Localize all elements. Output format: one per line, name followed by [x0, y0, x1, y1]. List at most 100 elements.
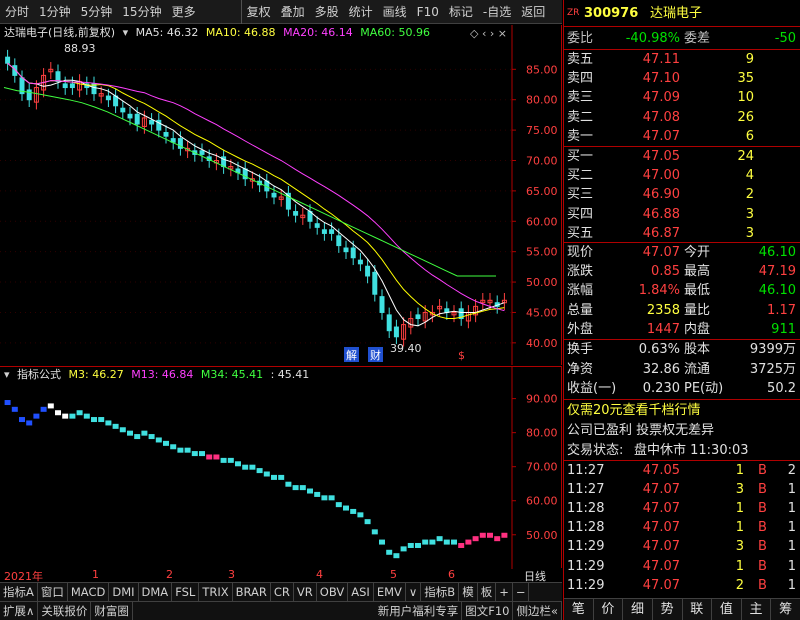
candle-body	[314, 223, 320, 228]
indicator-block	[285, 481, 292, 487]
quote-tab-2[interactable]: 细	[623, 599, 653, 620]
tb-5min[interactable]: 5分钟	[76, 0, 118, 24]
indicator-y-label: 50.00	[526, 529, 558, 542]
tab-macd[interactable]: MACD	[68, 582, 110, 602]
event-finance[interactable]: 财	[370, 348, 381, 362]
buy-level-5: 买五 46.87 3	[564, 224, 800, 243]
stat2-label: 收益(一)	[567, 381, 617, 396]
event-dividend[interactable]: $	[458, 349, 465, 362]
tick-volume: 1	[735, 520, 744, 536]
tick-price: 47.07	[642, 558, 680, 574]
candle-body	[26, 89, 32, 101]
new-user-promo[interactable]: 新用户福利专享	[375, 601, 463, 620]
event-unlock[interactable]: 解	[346, 348, 357, 362]
tab-trix[interactable]: TRIX	[199, 582, 233, 602]
quote-tab-4[interactable]: 联	[683, 599, 713, 620]
tab-window[interactable]: 窗口	[38, 582, 68, 602]
quote-tab-0[interactable]: 笔	[564, 599, 594, 620]
expand-button[interactable]: 扩展∧	[0, 601, 39, 620]
tb-adjust[interactable]: 复权	[240, 0, 276, 24]
tick-volume: 3	[735, 482, 744, 498]
month-3: 3	[228, 568, 235, 581]
stat-value: 46.10	[758, 283, 796, 299]
promo-text[interactable]: 仅需20元查看千档行情	[567, 401, 701, 420]
indicator-block	[494, 536, 501, 542]
tb-multi[interactable]: 多股	[310, 0, 344, 24]
tick-count: 1	[787, 558, 796, 574]
candle-body	[127, 113, 133, 119]
wealth-circle-button[interactable]: 财富圈	[91, 601, 133, 620]
quote-tab-1[interactable]: 价	[594, 599, 624, 620]
sidebar-toggle[interactable]: 侧边栏«	[513, 601, 562, 620]
tick-time: 11:27	[567, 463, 605, 478]
indicator-block	[386, 549, 393, 555]
tab-vr[interactable]: VR	[294, 582, 317, 602]
stat-value: 47.19	[758, 264, 796, 280]
stat2-row: 收益(一) 0.230 PE(动) 50.2	[564, 379, 800, 398]
next-icon[interactable]: ›	[490, 27, 494, 40]
candle-body	[350, 247, 356, 259]
quote-tab-3[interactable]: 势	[653, 599, 683, 620]
indicator-block	[357, 512, 364, 518]
tab-obv[interactable]: OBV	[317, 582, 349, 602]
close-icon[interactable]: ×	[498, 27, 507, 40]
quote-tab-6[interactable]: 主	[742, 599, 772, 620]
price-chart[interactable]: 达瑞电子(日线,前复权) ▾ MA5: 46.32 MA10: 46.88 MA…	[0, 25, 562, 365]
tb-stats[interactable]: 统计	[344, 0, 378, 24]
top-toolbar: 分时 1分钟 5分钟 15分钟 更多 复权 叠加 多股 统计 画线 F10 标记…	[0, 0, 562, 24]
promo-row[interactable]: 仅需20元查看千档行情	[564, 401, 800, 420]
prev-icon[interactable]: ‹	[482, 27, 486, 40]
indicator-block	[191, 451, 198, 457]
zoom-in-button[interactable]: +	[496, 582, 513, 602]
ma20-line	[7, 62, 505, 312]
tb-more[interactable]: 更多	[167, 0, 201, 24]
tb-15min[interactable]: 15分钟	[117, 0, 166, 24]
tab-fsl[interactable]: FSL	[172, 582, 200, 602]
tab-dmi[interactable]: DMI	[109, 582, 139, 602]
tb-overlay[interactable]: 叠加	[276, 0, 310, 24]
candle-body	[379, 296, 385, 313]
tab-cr[interactable]: CR	[271, 582, 294, 602]
buy-label: 买三	[567, 187, 594, 203]
stat2-value: 3725万	[749, 361, 796, 377]
tab-mo[interactable]: 模	[459, 582, 478, 602]
stat-row: 涨跌 0.85 最高 47.19	[564, 262, 800, 281]
stat2-label: 股本	[684, 342, 711, 357]
tick-price: 47.05	[642, 463, 680, 478]
f10-button[interactable]: 图文F10	[462, 601, 514, 620]
tab-brar[interactable]: BRAR	[233, 582, 271, 602]
tb-back[interactable]: 返回	[516, 0, 550, 24]
tab-emv[interactable]: EMV	[374, 582, 406, 602]
sell-price: 47.08	[642, 109, 680, 125]
quote-tab-7[interactable]: 筹	[771, 599, 800, 620]
tb-1min[interactable]: 1分钟	[34, 0, 76, 24]
tab-dma[interactable]: DMA	[139, 582, 173, 602]
tick-price: 47.07	[642, 539, 680, 555]
tab-indicator-a[interactable]: 指标A	[0, 582, 38, 602]
indicator-block	[292, 485, 299, 491]
tb-draw[interactable]: 画线	[378, 0, 412, 24]
tb-f10[interactable]: F10	[412, 0, 444, 24]
indicator-block	[184, 447, 191, 453]
quote-tab-5[interactable]: 值	[712, 599, 742, 620]
tab-more-dropdown[interactable]: ∨	[406, 582, 422, 602]
indicator-block	[501, 532, 508, 538]
related-quote-button[interactable]: 关联报价	[38, 601, 92, 620]
zoom-out-button[interactable]: −	[513, 582, 530, 602]
indicator-block	[112, 423, 119, 429]
diamond-icon[interactable]: ◇	[470, 27, 478, 40]
tb-minute[interactable]: 分时	[0, 0, 34, 24]
stat2-value: 50.2	[767, 381, 796, 396]
candle-body	[5, 56, 11, 64]
tab-asi[interactable]: ASI	[348, 582, 374, 602]
indicator-chart[interactable]: ▾ 指标公式 M3: 46.27 M13: 46.84 M34: 45.41 :…	[0, 366, 562, 569]
tick-count: 1	[787, 577, 796, 593]
weicha-value: -50	[774, 31, 796, 46]
candle-body	[386, 314, 392, 332]
tab-ban[interactable]: 板	[478, 582, 497, 602]
tb-watchlist[interactable]: -自选	[478, 0, 516, 24]
tab-indicator-b[interactable]: 指标B	[421, 582, 460, 602]
tick-row: 11:29 47.07 1 B 1	[564, 557, 800, 576]
tb-mark[interactable]: 标记	[444, 0, 478, 24]
trade-state-label: 交易状态:	[567, 443, 624, 458]
